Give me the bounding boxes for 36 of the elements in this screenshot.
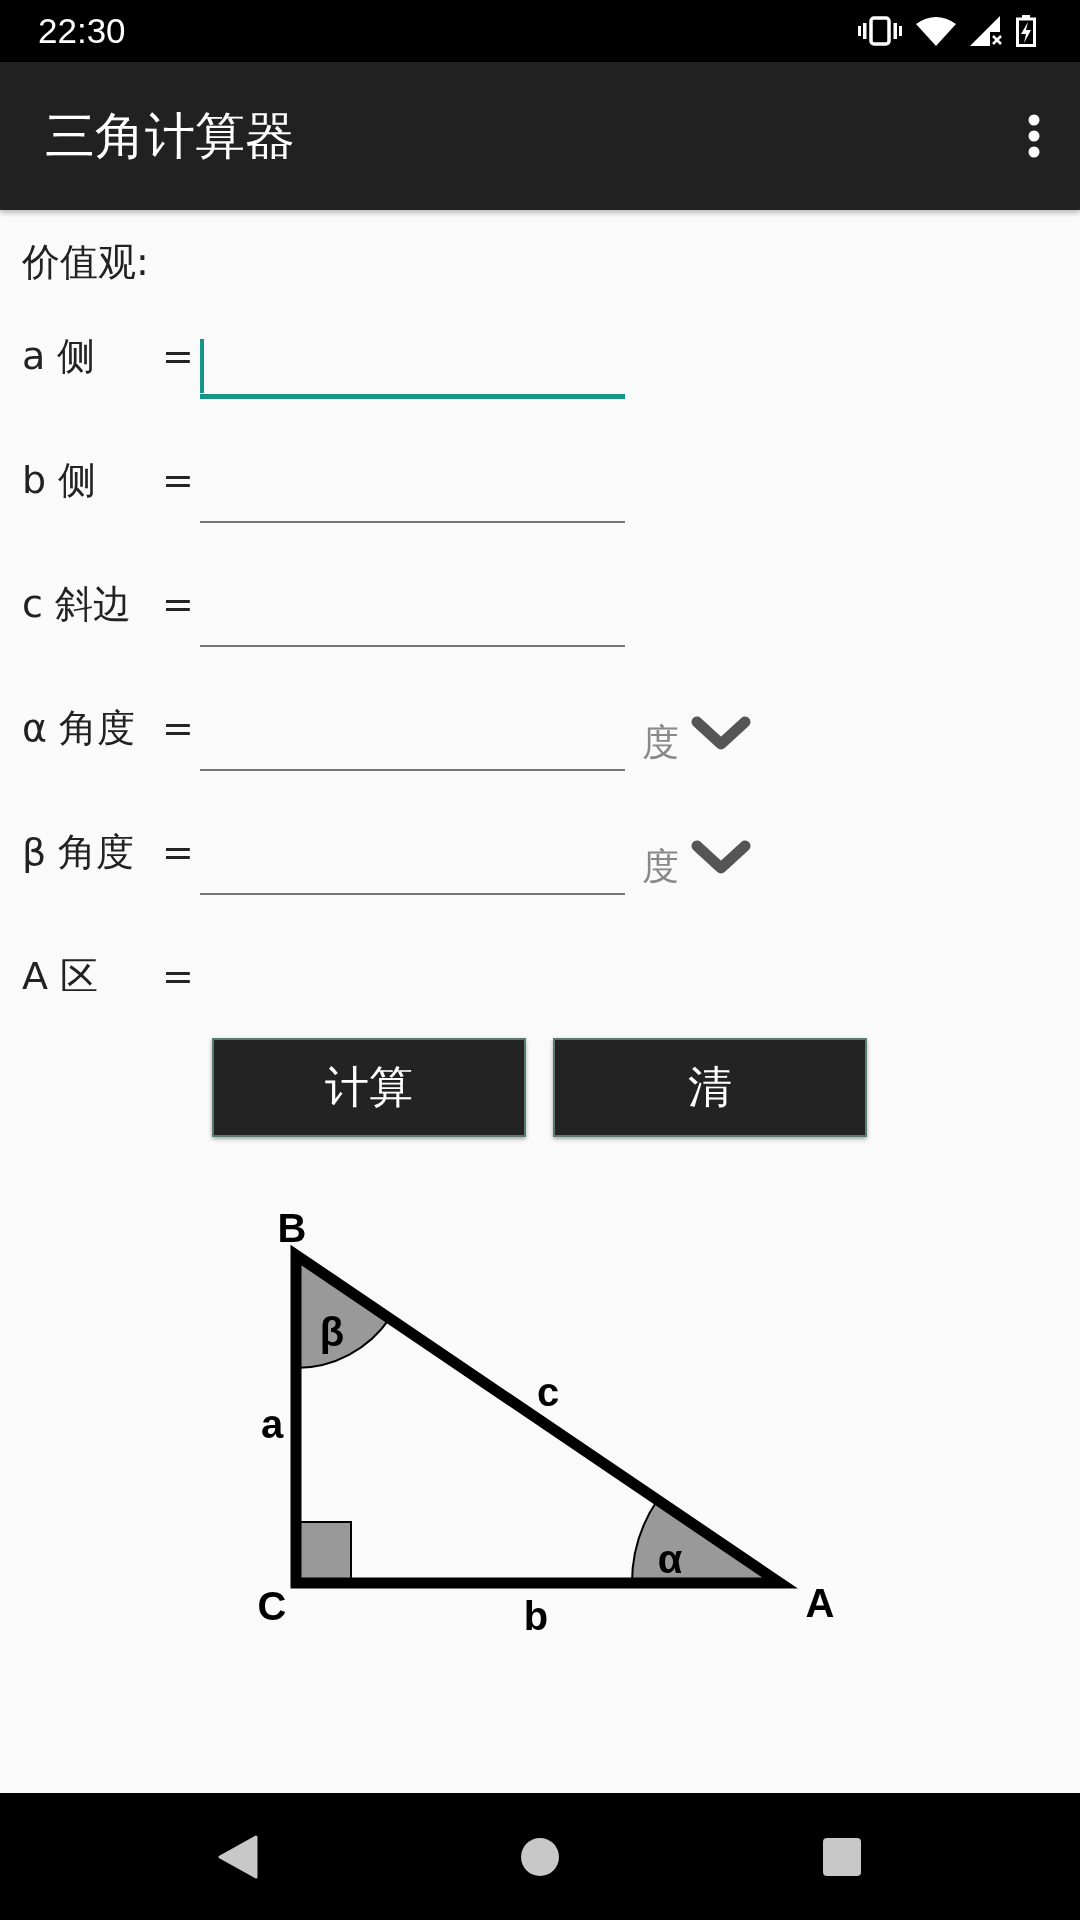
more-options-icon[interactable] [1028, 114, 1040, 158]
input-field[interactable] [200, 339, 625, 399]
equals-sign: = [162, 706, 195, 750]
field-label: a 侧 [22, 332, 97, 380]
action-button[interactable]: 计算 [212, 1038, 526, 1137]
back-icon[interactable] [218, 1834, 258, 1879]
chevron-down-icon[interactable] [691, 840, 751, 876]
wifi-icon [916, 16, 956, 46]
equals-sign: = [162, 954, 195, 998]
side-label: b [523, 1594, 549, 1638]
app-title: 三角计算器 [45, 105, 295, 167]
chevron-down-icon[interactable] [691, 716, 751, 752]
home-icon[interactable] [520, 1836, 560, 1877]
field-label: A 区 [22, 952, 100, 1000]
field-label: β 角度 [22, 828, 136, 876]
section-label: 价值观: [21, 238, 149, 286]
field-label: b 侧 [22, 456, 98, 504]
field-label: c 斜边 [22, 580, 132, 628]
angle-label: α [657, 1537, 683, 1581]
vibrate-icon [858, 16, 902, 46]
equals-sign: = [162, 334, 195, 378]
angle-label: β [319, 1310, 345, 1354]
vertex-label: C [257, 1584, 287, 1628]
equals-sign: = [162, 582, 195, 626]
battery-charging-icon [1016, 15, 1036, 47]
side-label: a [260, 1402, 284, 1446]
equals-sign: = [162, 830, 195, 874]
action-button[interactable]: 清 [553, 1038, 867, 1137]
no-signal-icon [970, 16, 1002, 46]
field-label: α 角度 [22, 704, 137, 752]
side-label: c [536, 1370, 560, 1414]
recents-icon[interactable] [822, 1836, 862, 1877]
vertex-label: B [277, 1206, 307, 1250]
vertex-label: A [805, 1581, 835, 1625]
equals-sign: = [162, 458, 195, 502]
clock-time: 22:30 [38, 11, 126, 51]
